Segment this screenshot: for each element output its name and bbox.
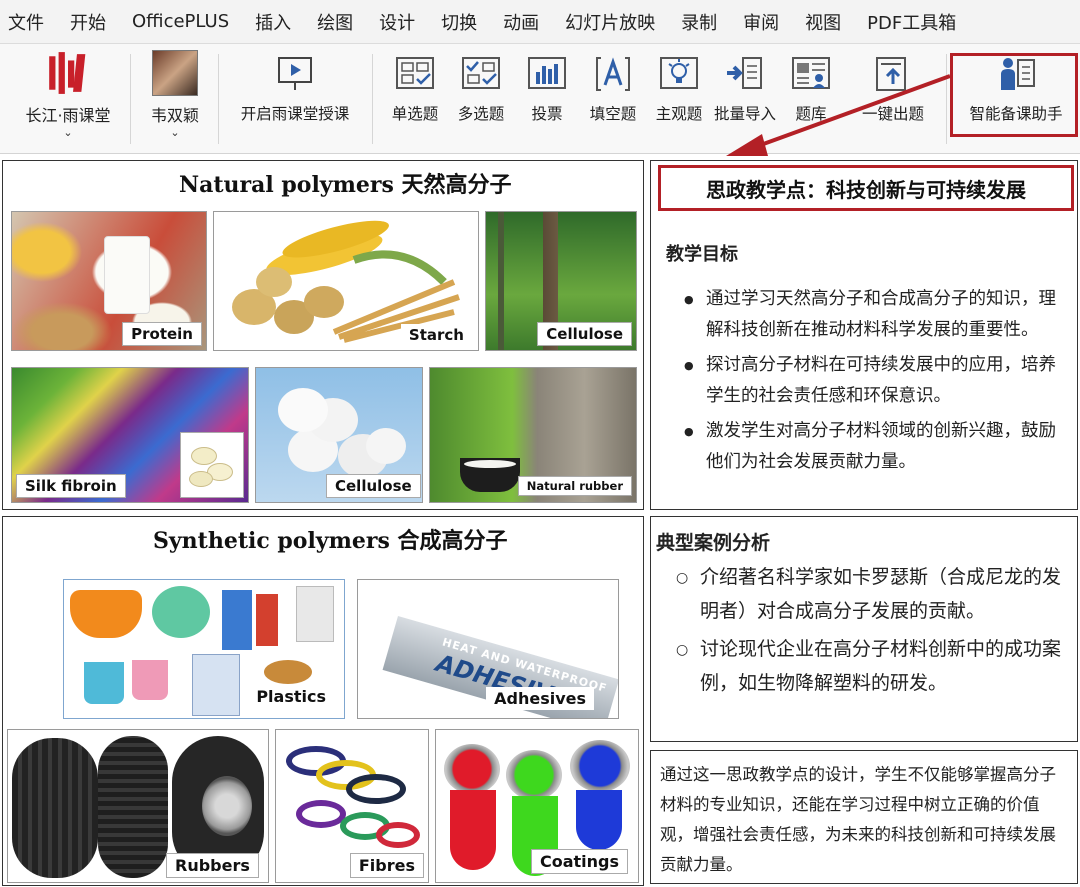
single-choice-label: 单选题 [391,105,439,123]
vote-button[interactable]: 投票 [514,54,580,124]
menu-view[interactable]: 视图 [805,9,841,35]
vote-label: 投票 [531,105,563,123]
menu-record[interactable]: 录制 [681,9,717,35]
multi-choice-label: 多选题 [457,105,505,123]
play-screen-icon [278,57,312,90]
menu-insert[interactable]: 插入 [255,9,291,35]
single-choice-button[interactable]: 单选题 [382,54,448,124]
rain-classroom-button[interactable]: 长江·雨课堂 ⌄ [18,50,118,150]
silk-photo: Silk fibroin [11,367,249,503]
rubbers-tag: Rubbers [166,853,259,878]
natural-rubber-tag: Natural rubber [517,476,632,496]
silk-fibroin-tag: Silk fibroin [16,474,126,498]
batch-import-button[interactable]: 批量导入 [712,54,778,124]
user-account-button[interactable]: 韦双颖 ⌄ [140,50,210,150]
milk-glass [104,236,150,314]
subjective-label: 主观题 [655,105,703,123]
cotton-cellulose-tag: Cellulose [326,474,421,498]
question-bank-icon [792,57,830,89]
ropes-photo: Fibres [275,729,429,883]
question-bank-button[interactable]: 题库 [778,54,844,124]
starch-tag: Starch [400,324,472,346]
plastics-tag: Plastics [248,685,334,708]
coatings-tag: Coatings [530,849,628,874]
menu-home[interactable]: 开始 [70,9,106,35]
adhesives-photo: HEAT AND WATERPROOF ADHESIVE Adhesives [357,579,619,719]
menu-bar: 文件 开始 OfficePLUS 插入 绘图 设计 切换 动画 幻灯片放映 录制… [0,0,1080,44]
menu-animations[interactable]: 动画 [503,9,539,35]
start-lesson-button[interactable]: 开启雨课堂授课 [228,54,362,124]
text-a-icon [596,57,630,91]
list-item: 通过学习天然高分子和合成高分子的知识，理解科技创新在推动材料科学发展的重要性。 [684,284,1068,346]
bar-chart-icon [528,57,566,89]
multi-choice-button[interactable]: 多选题 [448,54,514,124]
multi-choice-icon [462,57,500,89]
goals-list: 通过学习天然高分子和合成高分子的知识，理解科技创新在推动材料科学发展的重要性。 … [684,284,1068,482]
ribbon-separator [372,54,373,144]
batch-import-label: 批量导入 [713,105,776,123]
synthetic-polymers-panel: Synthetic polymers 合成高分子 Plastics HEAT A… [2,516,644,886]
assistant-highlight-box [950,53,1078,137]
protein-tag: Protein [122,322,202,346]
list-item: 讨论现代企业在高分子材料创新中的成功案例，如生物降解塑料的研发。 [676,632,1072,700]
generate-icon [876,57,906,91]
tires-photo: Rubbers [7,729,269,883]
ribbon-separator [218,54,219,144]
plastics-photo: Plastics [63,579,345,719]
fill-blank-button[interactable]: 填空题 [580,54,646,124]
cocoon-inset [180,432,244,498]
user-name: 韦双颖 [150,106,199,125]
rain-classroom-logo-icon [49,52,86,94]
starch-photo: Starch [213,211,479,351]
ideology-title: 思政教学点：科技创新与可持续发展 [658,165,1074,211]
question-bank-label: 题库 [795,105,827,123]
natural-polymers-title: Natural polymers 天然高分子 [179,172,512,198]
ribbon: 长江·雨课堂 ⌄ 韦双颖 ⌄ 开启雨课堂授课 单选题 多选题 投票 填空题 主观… [0,44,1080,154]
menu-design[interactable]: 设计 [379,9,415,35]
list-item: 激发学生对高分子材料领域的创新兴趣，鼓励他们为社会发展贡献力量。 [684,416,1068,478]
fibres-tag: Fibres [349,853,424,878]
generate-questions-label: 一键出题 [861,105,924,123]
menu-transitions[interactable]: 切换 [441,9,477,35]
start-lesson-label: 开启雨课堂授课 [240,105,350,123]
subjective-button[interactable]: 主观题 [646,54,712,124]
list-item: 探讨高分子材料在可持续发展中的应用，培养学生的社会责任感和环保意识。 [684,350,1068,412]
menu-pdf-tools[interactable]: PDF工具箱 [867,9,956,35]
forest-photo: Cellulose [485,211,637,351]
latex-cup [460,458,520,492]
summary-text: 通过这一思政教学点的设计，学生不仅能够掌握高分子材料的专业知识，还能在学习过程中… [660,765,1056,874]
adhesives-tag: Adhesives [486,687,594,710]
natural-polymers-panel: Natural polymers 天然高分子 Protein Starch Ce… [2,160,644,510]
cases-heading: 典型案例分析 [656,532,771,554]
menu-review[interactable]: 审阅 [743,9,779,35]
rain-classroom-label: 长江·雨课堂 [25,106,111,125]
cellulose-tag: Cellulose [537,322,632,346]
cases-list: 介绍著名科学家如卡罗瑟斯（合成尼龙的发明者）对合成高分子发展的贡献。 讨论现代企… [676,560,1072,704]
protein-photo: Protein [11,211,207,351]
list-item: 介绍著名科学家如卡罗瑟斯（合成尼龙的发明者）对合成高分子发展的贡献。 [676,560,1072,628]
ribbon-separator [130,54,131,144]
rubber-tree-photo: Natural rubber [429,367,637,503]
menu-slideshow[interactable]: 幻灯片放映 [565,9,655,35]
menu-file[interactable]: 文件 [8,9,44,35]
menu-officeplus[interactable]: OfficePLUS [132,11,229,32]
chevron-down-icon: ⌄ [170,126,180,139]
import-icon [727,57,762,89]
single-choice-icon [396,57,434,89]
fill-blank-label: 填空题 [589,105,637,123]
lightbulb-icon [660,57,698,89]
cotton-photo: Cellulose [255,367,423,503]
paint-cans-photo: Coatings [435,729,639,883]
ribbon-separator [946,54,947,144]
avatar [152,50,198,96]
chevron-down-icon: ⌄ [63,126,73,139]
generate-questions-button[interactable]: 一键出题 [860,54,926,124]
menu-draw[interactable]: 绘图 [317,9,353,35]
synthetic-polymers-title: Synthetic polymers 合成高分子 [153,528,508,554]
goals-heading: 教学目标 [666,244,738,265]
